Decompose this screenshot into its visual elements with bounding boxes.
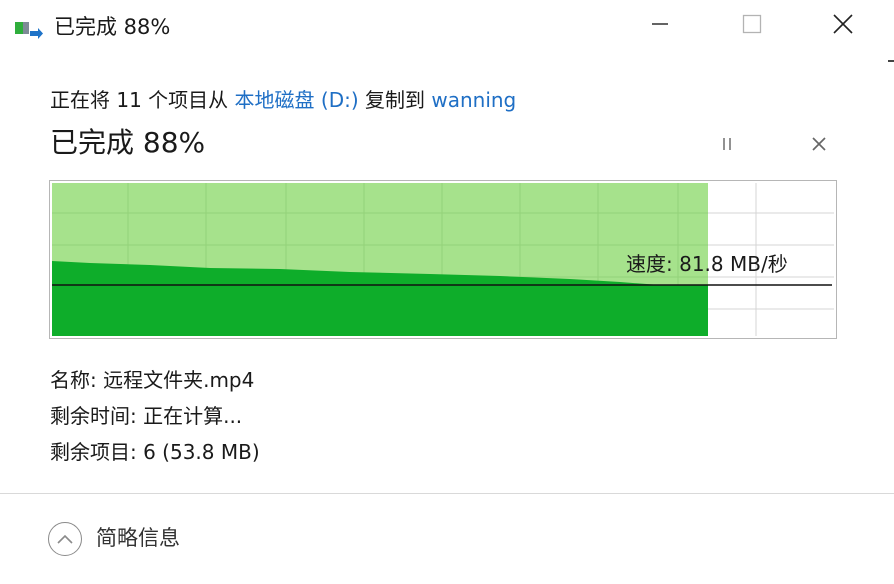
cancel-copy-button[interactable] <box>804 132 834 160</box>
minimize-button[interactable] <box>630 0 690 52</box>
fewer-details-label[interactable]: 简略信息 <box>96 522 180 554</box>
copy-prefix: 正在将 11 个项目从 <box>50 88 235 112</box>
pause-icon <box>717 134 737 158</box>
copy-description: 正在将 11 个项目从 本地磁盘 (D:) 复制到 wanning <box>50 84 516 116</box>
details-panel: 名称: 远程文件夹.mp4 剩余时间: 正在计算... 剩余项目: 6 (53.… <box>50 362 260 470</box>
window-title: 已完成 88% <box>54 15 171 39</box>
footer: 简略信息 <box>0 494 894 584</box>
source-link[interactable]: 本地磁盘 (D:) <box>235 88 359 112</box>
maximize-icon <box>742 14 762 38</box>
items-remaining: 剩余项目: 6 (53.8 MB) <box>50 440 260 464</box>
copy-app-icon <box>14 18 44 40</box>
speed-label: 速度: 81.8 MB/秒 <box>626 252 788 276</box>
destination-link[interactable]: wanning <box>431 88 516 112</box>
fewer-details-toggle[interactable] <box>48 522 82 556</box>
progress-title: 已完成 88% <box>50 126 206 159</box>
window-edge-mark <box>888 60 894 62</box>
chevron-up-icon <box>56 530 74 549</box>
close-icon <box>832 13 854 39</box>
copy-middle: 复制到 <box>358 88 432 112</box>
minimize-icon <box>650 14 670 38</box>
maximize-button[interactable] <box>722 0 782 52</box>
copy-progress-window: 已完成 88% 正在将 11 个项目从 本地磁盘 (D:) 复制到 wannin… <box>0 0 894 584</box>
time-remaining: 剩余时间: 正在计算... <box>50 404 243 428</box>
file-name: 名称: 远程文件夹.mp4 <box>50 368 255 392</box>
cancel-icon <box>809 134 829 158</box>
title-bar: 已完成 88% <box>0 0 894 62</box>
pause-button[interactable] <box>712 132 742 160</box>
window-close-button[interactable] <box>813 0 873 52</box>
